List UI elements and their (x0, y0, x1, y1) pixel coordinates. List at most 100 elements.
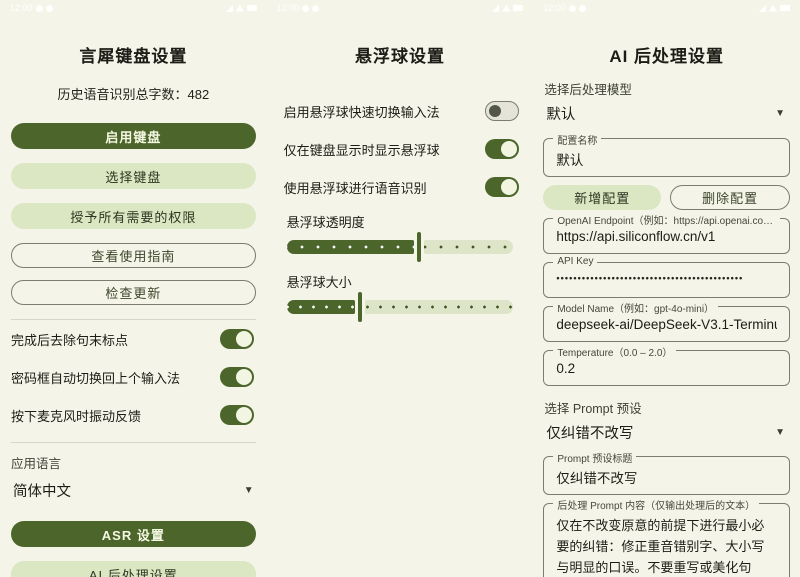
prompt-content-textarea[interactable]: 后处理 Prompt 内容（仅输出处理后的文本） 仅在不改变原意的前提下进行最小… (543, 503, 790, 577)
model-name-field[interactable]: Model Name（例如：gpt-4o-mini） deepseek-ai/D… (543, 306, 790, 342)
endpoint-field[interactable]: OpenAI Endpoint（例如：https://api.openai.co… (543, 218, 790, 254)
opacity-slider-label: 悬浮球透明度 (287, 212, 514, 231)
select-keyboard-button[interactable]: 选择键盘 (11, 163, 256, 189)
temperature-field[interactable]: Temperature（0.0 – 2.0） 0.2 (543, 350, 790, 386)
enable-keyboard-button[interactable]: 启用键盘 (11, 123, 256, 149)
app-language-value: 简体中文 (13, 480, 71, 501)
size-slider-inactive-track[interactable] (365, 300, 514, 314)
delete-config-button[interactable]: 删除配置 (670, 185, 790, 210)
endpoint-field-value: https://api.siliconflow.cn/v1 (556, 229, 777, 244)
app-language-label: 应用语言 (11, 453, 256, 472)
status-time: 12:00 (543, 0, 566, 16)
view-guide-button[interactable]: 查看使用指南 (11, 243, 256, 268)
signal-icon (226, 5, 233, 12)
app-root: 12:00 12:00 12:00 (0, 0, 800, 577)
status-bar-segment: 12:00 (533, 0, 800, 16)
model-name-field-label: Model Name（例如：gpt-4o-mini） (553, 300, 718, 315)
setting-row-voice-recognition: 使用悬浮球进行语音识别 (284, 168, 520, 206)
setting-row-quick-switch: 启用悬浮球快速切换输入法 (284, 92, 520, 130)
voice-recognition-switch[interactable] (485, 177, 519, 197)
opacity-slider-handle[interactable] (417, 232, 421, 262)
chevron-down-icon: ▼ (244, 485, 254, 496)
page-title: 悬浮球设置 (267, 42, 534, 67)
setting-row-remove-punctuation: 完成后去除句末标点 (11, 320, 254, 358)
keyboard-settings-panel: 言犀键盘设置 历史语音识别总字数：482 启用键盘 选择键盘 授予所有需要的权限… (0, 0, 267, 577)
prompt-preset-select-label: 选择 Prompt 预设 (544, 398, 789, 417)
setting-label: 按下麦克风时振动反馈 (11, 406, 141, 425)
setting-label: 完成后去除句末标点 (11, 330, 128, 349)
size-slider[interactable] (287, 291, 514, 323)
post-model-value: 默认 (546, 103, 575, 124)
opacity-slider-inactive-track[interactable] (424, 240, 514, 254)
asr-settings-button[interactable]: ASR 设置 (11, 521, 256, 547)
api-key-field-label: API Key (553, 256, 597, 267)
setting-label: 仅在键盘显示时显示悬浮球 (284, 140, 440, 159)
setting-label: 使用悬浮球进行语音识别 (284, 178, 427, 197)
size-slider-active-track[interactable] (287, 300, 355, 314)
divider (11, 442, 256, 443)
notification-icon (302, 5, 309, 12)
recognized-words-stat: 历史语音识别总字数：482 (0, 84, 267, 103)
prompt-preset-select[interactable]: 仅纠错不改写 ▼ (546, 422, 785, 443)
remove-punctuation-switch[interactable] (220, 329, 254, 349)
post-model-select[interactable]: 默认 ▼ (546, 103, 785, 124)
wifi-icon (502, 5, 510, 12)
model-name-field-value: deepseek-ai/DeepSeek-V3.1-Terminus (556, 317, 777, 332)
prompt-title-field-label: Prompt 预设标题 (553, 450, 636, 465)
notification-icon (569, 5, 576, 12)
status-time: 12:00 (10, 0, 33, 16)
notification-icon (579, 5, 586, 12)
opacity-slider-active-track[interactable] (287, 240, 414, 254)
battery-icon (780, 5, 790, 11)
ai-post-settings-button[interactable]: AI 后处理设置 (11, 561, 256, 577)
floating-ball-settings-panel: 悬浮球设置 启用悬浮球快速切换输入法 仅在键盘显示时显示悬浮球 使用悬浮球进行语… (267, 0, 534, 577)
battery-icon (247, 5, 257, 11)
check-update-button[interactable]: 检查更新 (11, 280, 256, 305)
setting-row-password-switch-back: 密码框自动切换回上个输入法 (11, 358, 254, 396)
setting-label: 密码框自动切换回上个输入法 (11, 368, 180, 387)
post-model-select-label: 选择后处理模型 (544, 79, 789, 98)
temperature-field-label: Temperature（0.0 – 2.0） (553, 344, 676, 359)
config-name-field[interactable]: 配置名称 默认 (543, 138, 790, 177)
status-bar-segment: 12:00 (267, 0, 534, 16)
notification-icon (36, 5, 43, 12)
grant-permissions-button[interactable]: 授予所有需要的权限 (11, 203, 256, 229)
page-title: AI 后处理设置 (533, 42, 800, 67)
config-name-field-value: 默认 (556, 149, 777, 169)
battery-icon (513, 5, 523, 11)
config-name-field-label: 配置名称 (553, 132, 601, 147)
prompt-preset-value: 仅纠错不改写 (546, 422, 633, 443)
password-switch-back-switch[interactable] (220, 367, 254, 387)
app-language-select[interactable]: 简体中文 ▼ (13, 480, 254, 501)
size-slider-handle[interactable] (358, 292, 362, 322)
endpoint-field-label: OpenAI Endpoint（例如：https://api.openai.co… (553, 212, 780, 227)
status-bar-segment: 12:00 (0, 0, 267, 16)
wifi-icon (236, 5, 244, 12)
signal-icon (759, 5, 766, 12)
status-bar: 12:00 12:00 12:00 (0, 0, 800, 16)
size-slider-label: 悬浮球大小 (287, 272, 514, 291)
setting-label: 启用悬浮球快速切换输入法 (284, 102, 440, 121)
temperature-field-value: 0.2 (556, 361, 777, 376)
prompt-content-label: 后处理 Prompt 内容（仅输出处理后的文本） (553, 497, 759, 512)
quick-switch-switch[interactable] (485, 101, 519, 121)
add-config-button[interactable]: 新增配置 (543, 185, 661, 210)
setting-row-vibrate-feedback: 按下麦克风时振动反馈 (11, 396, 254, 434)
chevron-down-icon: ▼ (775, 427, 785, 438)
opacity-slider[interactable] (287, 231, 514, 263)
chevron-down-icon: ▼ (775, 108, 785, 119)
prompt-title-field[interactable]: Prompt 预设标题 仅纠错不改写 (543, 456, 790, 495)
signal-icon (492, 5, 499, 12)
prompt-content-value: 仅在不改变原意的前提下进行最小必要的纠错：修正重音错别字、大小写与明显的口误。不… (556, 516, 777, 577)
api-key-field[interactable]: API Key ••••••••••••••••••••••••••••••••… (543, 262, 790, 298)
show-with-keyboard-switch[interactable] (485, 139, 519, 159)
notification-icon (312, 5, 319, 12)
wifi-icon (769, 5, 777, 12)
page-title: 言犀键盘设置 (0, 42, 267, 67)
api-key-field-value: ••••••••••••••••••••••••••••••••••••••••… (556, 273, 777, 283)
prompt-title-field-value: 仅纠错不改写 (556, 467, 777, 487)
status-time: 12:00 (277, 0, 300, 16)
ai-post-processing-panel: AI 后处理设置 选择后处理模型 默认 ▼ 配置名称 默认 新增配置 删除配置 … (533, 0, 800, 577)
vibrate-feedback-switch[interactable] (220, 405, 254, 425)
notification-icon (46, 5, 53, 12)
